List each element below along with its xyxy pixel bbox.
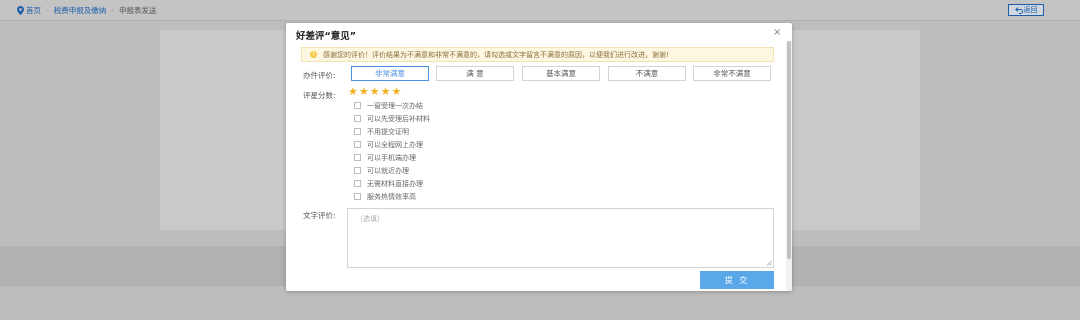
close-icon[interactable]: × [773,27,781,38]
scrollbar-thumb[interactable] [787,41,791,259]
checkbox[interactable] [354,167,361,174]
rating-label: 办件评价: [303,71,336,80]
reason-option[interactable]: 不用提交证明 [354,125,430,138]
star-rating[interactable]: ★ ★ ★ ★ ★ [348,86,401,97]
comment-placeholder: （选填） [356,215,384,223]
reason-label: 无需材料直接办理 [367,179,423,188]
reason-option[interactable]: 可以全程网上办理 [354,138,430,151]
back-button[interactable]: 返回 [1008,4,1044,16]
reason-label: 可以全程网上办理 [367,140,423,149]
reason-option[interactable]: 无需材料直接办理 [354,177,430,190]
star-score-label: 评星分数: [303,91,336,100]
rating-option-unsatisfied[interactable]: 不满意 [608,66,686,81]
reason-checklist: 一窗受理一次办结 可以先受理后补材料 不用提交证明 可以全程网上办理 可以手机端… [354,99,430,203]
breadcrumb-separator: - [111,6,114,15]
breadcrumb-separator: - [46,6,49,15]
reason-option[interactable]: 可以就近办理 [354,164,430,177]
checkbox[interactable] [354,154,361,161]
reason-label: 可以手机端办理 [367,153,416,162]
reason-label: 服务热情效率高 [367,192,416,201]
location-pin-icon [17,6,24,15]
rating-option-very-unsatisfied[interactable]: 非常不满意 [693,66,771,81]
reason-label: 可以先受理后补材料 [367,114,430,123]
checkbox[interactable] [354,128,361,135]
star-icon[interactable]: ★ [370,86,380,97]
breadcrumb-home-label: 首页 [26,6,41,15]
checkbox[interactable] [354,193,361,200]
return-arrow-icon [1014,6,1023,14]
checkbox[interactable] [354,141,361,148]
star-icon[interactable]: ★ [392,86,402,97]
comment-label: 文字评价: [303,211,336,220]
modal-scrollbar[interactable] [786,41,792,291]
top-navigation-bar: 首页 - 税费申报及缴纳 - 申报表发送 返回 [0,0,1080,21]
checkbox[interactable] [354,180,361,187]
checkbox[interactable] [354,115,361,122]
star-icon[interactable]: ★ [348,86,358,97]
back-button-label: 返回 [1023,6,1038,14]
star-icon[interactable]: ★ [359,86,369,97]
reason-option[interactable]: 一窗受理一次办结 [354,99,430,112]
rating-option-satisfied[interactable]: 满 意 [436,66,514,81]
modal-title: 好差评“意见” [296,31,356,42]
info-icon: ! [310,51,317,58]
rating-option-basically-satisfied[interactable]: 基本满意 [522,66,600,81]
reason-option[interactable]: 可以手机端办理 [354,151,430,164]
breadcrumb: 首页 - 税费申报及缴纳 - 申报表发送 [17,5,156,16]
notice-banner: ! 感谢您的评价！评价结果为不满意和非常不满意的，请勾选或文字留言不满意的原因，… [301,47,774,62]
reason-label: 一窗受理一次办结 [367,101,423,110]
breadcrumb-tax-filing[interactable]: 税费申报及缴纳 [54,5,107,16]
reason-option[interactable]: 可以先受理后补材料 [354,112,430,125]
rating-option-very-satisfied[interactable]: 非常满意 [351,66,429,81]
reason-label: 不用提交证明 [367,127,409,136]
breadcrumb-home[interactable]: 首页 [17,5,41,16]
feedback-modal: 好差评“意见” × ! 感谢您的评价！评价结果为不满意和非常不满意的，请勾选或文… [286,23,792,291]
checkbox[interactable] [354,102,361,109]
reason-label: 可以就近办理 [367,166,409,175]
submit-button[interactable]: 提 交 [700,271,774,289]
reason-option[interactable]: 服务热情效率高 [354,190,430,203]
star-icon[interactable]: ★ [381,86,391,97]
comment-textarea[interactable]: （选填） [347,208,774,268]
resize-grip-icon[interactable] [766,260,772,266]
notice-text: 感谢您的评价！评价结果为不满意和非常不满意的，请勾选或文字留言不满意的原因，以便… [323,50,669,59]
breadcrumb-current: 申报表发送 [118,6,157,15]
